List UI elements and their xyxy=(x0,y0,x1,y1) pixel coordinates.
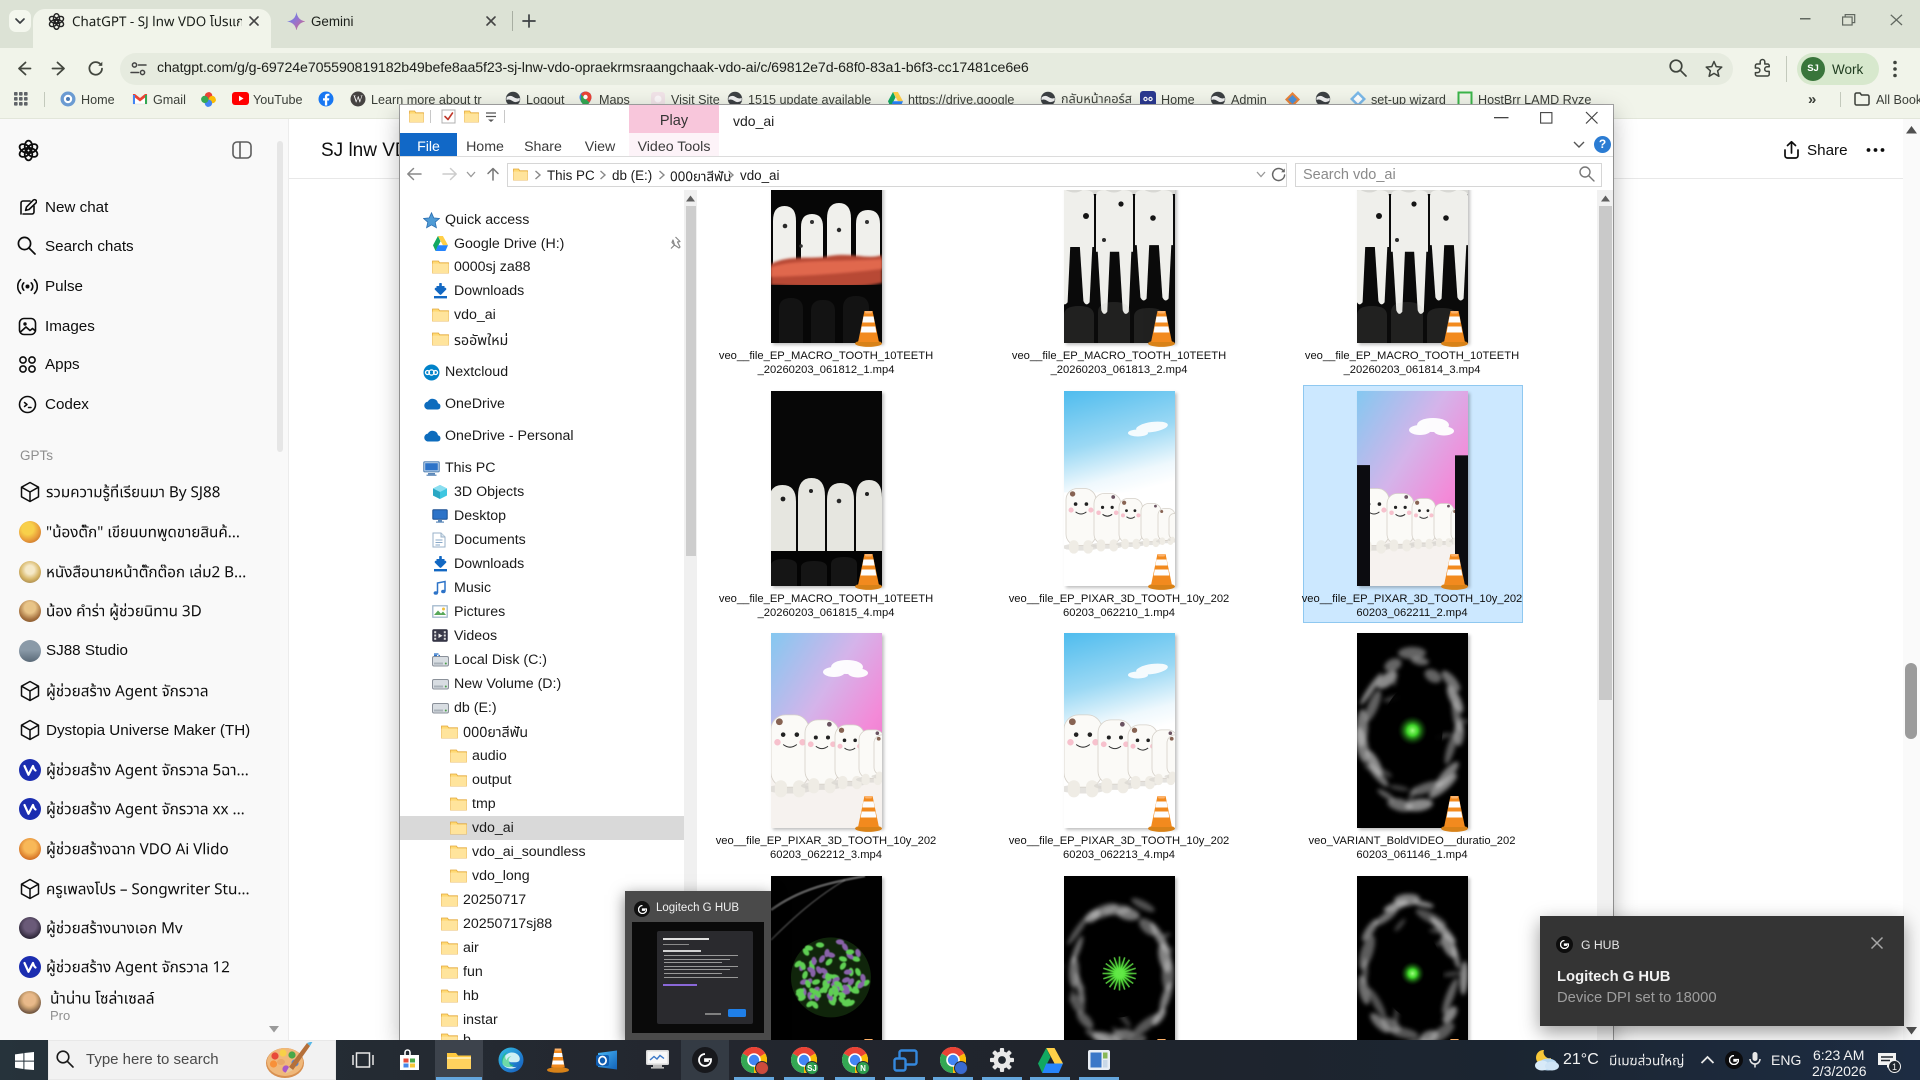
svg-text:W: W xyxy=(353,95,363,106)
